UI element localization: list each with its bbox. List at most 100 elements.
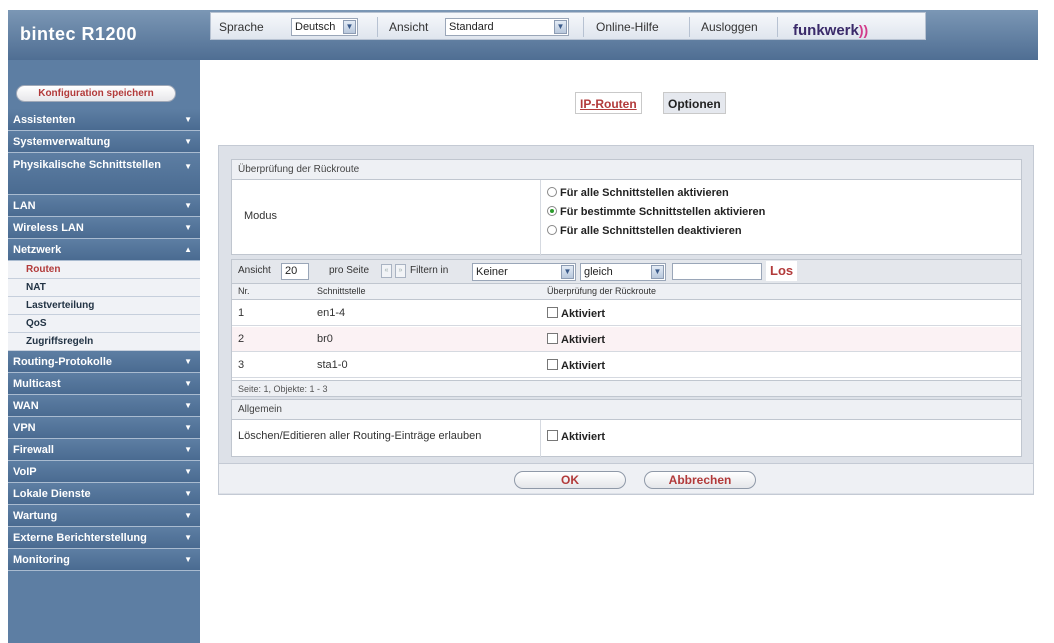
- sidebar-item-label: Externe Berichterstellung: [13, 532, 147, 544]
- sidebar-item-label: VoIP: [13, 466, 37, 478]
- next-page-icon[interactable]: »: [395, 264, 406, 278]
- sidebar-item-wartung[interactable]: Wartung ▼: [8, 505, 200, 527]
- filter-go-button[interactable]: Los: [766, 261, 798, 281]
- language-label: Sprache: [219, 20, 264, 34]
- sidebar-item-voip[interactable]: VoIP ▼: [8, 461, 200, 483]
- reverse-route-section: Überprüfung der Rückroute Modus Für alle…: [231, 159, 1022, 256]
- view-select[interactable]: Standard ▼: [445, 18, 569, 36]
- sidebar-subitem-nat[interactable]: NAT: [8, 279, 200, 297]
- chevron-down-icon: ▼: [184, 223, 192, 232]
- sidebar-item-wan[interactable]: WAN ▼: [8, 395, 200, 417]
- sidebar-item-monitoring[interactable]: Monitoring ▼: [8, 549, 200, 571]
- signal-waves-icon: )): [858, 22, 869, 38]
- mode-option-enable-specific[interactable]: Für bestimmte Schnittstellen aktivieren: [547, 206, 765, 218]
- mode-option-disable-all[interactable]: Für alle Schnittstellen deaktivieren: [547, 225, 742, 237]
- chevron-down-icon: ▼: [184, 201, 192, 210]
- chevron-down-icon: ▼: [184, 423, 192, 432]
- row-interface: br0: [317, 333, 333, 345]
- tab-ip-routen[interactable]: IP-Routen: [575, 92, 642, 114]
- sidebar-item-label: VPN: [13, 422, 36, 434]
- save-configuration-button[interactable]: Konfiguration speichern: [16, 85, 176, 102]
- prev-page-icon[interactable]: «: [381, 264, 392, 278]
- sidebar-item-label: Multicast: [13, 378, 61, 390]
- sidebar-item-assistenten[interactable]: Assistenten ▼: [8, 109, 200, 131]
- row-interface: en1-4: [317, 307, 346, 319]
- filter-field-select[interactable]: Keiner ▼: [472, 263, 576, 281]
- sidebar-item-lan[interactable]: LAN ▼: [8, 195, 200, 217]
- ok-button[interactable]: OK: [514, 471, 626, 489]
- checkbox[interactable]: [547, 430, 558, 441]
- chevron-down-icon: ▼: [651, 265, 664, 279]
- checkbox[interactable]: [547, 359, 558, 370]
- brand-title: bintec R1200: [20, 24, 138, 44]
- chevron-down-icon: ▼: [561, 265, 574, 279]
- filter-search-input[interactable]: [672, 263, 762, 280]
- mode-option-enable-all[interactable]: Für alle Schnittstellen aktivieren: [547, 187, 729, 199]
- sidebar-item-systemverwaltung[interactable]: Systemverwaltung ▼: [8, 131, 200, 153]
- language-value: Deutsch: [295, 21, 336, 33]
- sidebar-item-label: Firewall: [13, 444, 54, 456]
- radio-button-selected[interactable]: [547, 206, 557, 216]
- filter-bar: Ansicht 20 pro Seite « » Filtern in Kein…: [232, 260, 1021, 284]
- row-interface: sta1-0: [317, 359, 348, 371]
- table-header: Nr. Schnittstelle Überprüfung der Rückro…: [232, 284, 1021, 300]
- filter-operator-select[interactable]: gleich ▼: [580, 263, 666, 281]
- per-page-input[interactable]: 20: [281, 263, 309, 280]
- tab-optionen[interactable]: Optionen: [663, 92, 726, 114]
- chevron-down-icon: ▼: [184, 489, 192, 498]
- sidebar-item-label: Physikalische Schnittstellen: [13, 159, 161, 171]
- cancel-button[interactable]: Abbrechen: [644, 471, 756, 489]
- allow-edit-checkbox[interactable]: Aktiviert: [547, 430, 605, 443]
- chevron-down-icon: ▼: [184, 357, 192, 366]
- sidebar-nav: Assistenten ▼ Systemverwaltung ▼ Physikali…: [8, 109, 200, 571]
- sidebar-item-label: LAN: [13, 200, 36, 212]
- section-title: Überprüfung der Rückroute: [232, 160, 1021, 180]
- per-page-label: pro Seite: [329, 265, 370, 276]
- chevron-down-icon: ▼: [184, 137, 192, 146]
- language-select[interactable]: Deutsch ▼: [291, 18, 358, 36]
- chevron-down-icon: ▼: [554, 20, 567, 34]
- column-header-reverse-route: Überprüfung der Rückroute: [547, 286, 657, 296]
- sidebar-item-externe-berichterstellung[interactable]: Externe Berichterstellung ▼: [8, 527, 200, 549]
- sidebar-item-multicast[interactable]: Multicast ▼: [8, 373, 200, 395]
- page: bintec R1200 Sprache Deutsch ▼ Ansicht S…: [0, 0, 1054, 643]
- row-nr: 1: [238, 307, 245, 319]
- sidebar-item-lokale-dienste[interactable]: Lokale Dienste ▼: [8, 483, 200, 505]
- chevron-down-icon: ▼: [184, 162, 192, 171]
- radio-button[interactable]: [547, 187, 557, 197]
- sidebar-item-firewall[interactable]: Firewall ▼: [8, 439, 200, 461]
- sidebar-item-netzwerk[interactable]: Netzwerk ▲: [8, 239, 200, 261]
- checkbox[interactable]: [547, 333, 558, 344]
- sidebar: Konfiguration speichern Assistenten ▼ Sys…: [8, 60, 200, 643]
- logo-text: funkwerk: [793, 22, 859, 39]
- checkbox-label: Aktiviert: [561, 308, 606, 320]
- general-section: Allgemein Löschen/Editieren aller Routin…: [231, 399, 1022, 458]
- row-nr: 3: [238, 359, 245, 371]
- sidebar-item-physikalische-schnittstellen[interactable]: Physikalische Schnittstellen ▼: [8, 153, 200, 195]
- row-checkbox[interactable]: Aktiviert: [547, 359, 605, 372]
- filter-field-value: Keiner: [476, 266, 508, 278]
- toolbar-divider: [377, 17, 378, 37]
- view-value: Standard: [449, 21, 494, 33]
- chevron-down-icon: ▼: [184, 115, 192, 124]
- row-checkbox[interactable]: Aktiviert: [547, 307, 605, 320]
- logout-link[interactable]: Ausloggen: [701, 20, 758, 34]
- option-label: Für alle Schnittstellen aktivieren: [560, 187, 729, 199]
- table-row: 3 sta1-0 Aktiviert: [232, 353, 1021, 378]
- checkbox[interactable]: [547, 307, 558, 318]
- sidebar-item-vpn[interactable]: VPN ▼: [8, 417, 200, 439]
- radio-button[interactable]: [547, 225, 557, 235]
- option-label: Für alle Schnittstellen deaktivieren: [560, 225, 742, 237]
- sidebar-subitem-lastverteilung[interactable]: Lastverteilung: [8, 297, 200, 315]
- sidebar-item-routing-protokolle[interactable]: Routing-Protokolle ▼: [8, 351, 200, 373]
- sidebar-subitem-routen[interactable]: Routen: [8, 261, 200, 279]
- sidebar-item-label: Wartung: [13, 510, 58, 522]
- table-row: 1 en1-4 Aktiviert: [232, 301, 1021, 326]
- online-help-link[interactable]: Online-Hilfe: [596, 20, 659, 34]
- sidebar-item-label: WAN: [13, 400, 39, 412]
- sidebar-subitem-zugriffsregeln[interactable]: Zugriffsregeln: [8, 333, 200, 351]
- chevron-down-icon: ▼: [184, 445, 192, 454]
- sidebar-item-wireless-lan[interactable]: Wireless LAN ▼: [8, 217, 200, 239]
- row-checkbox[interactable]: Aktiviert: [547, 333, 605, 346]
- sidebar-subitem-qos[interactable]: QoS: [8, 315, 200, 333]
